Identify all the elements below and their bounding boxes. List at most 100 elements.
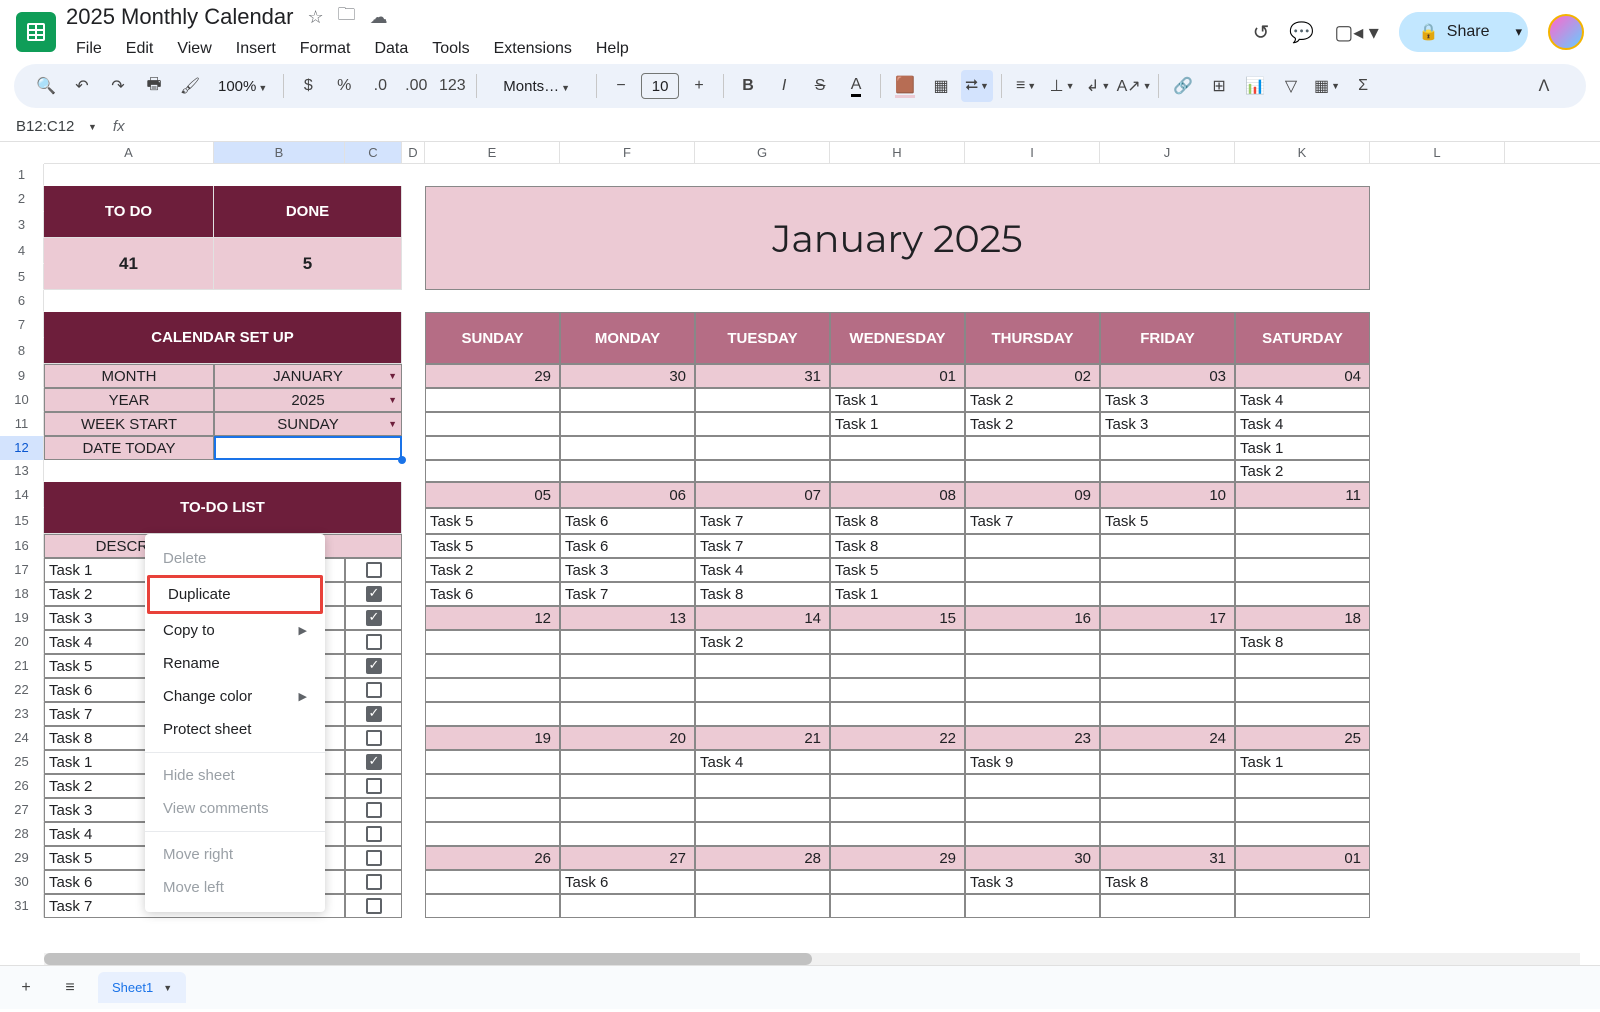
cell[interactable]: 21 bbox=[695, 726, 830, 750]
strike-icon[interactable]: S bbox=[804, 70, 836, 102]
cell[interactable]: MONDAY bbox=[560, 312, 695, 364]
cell[interactable] bbox=[1100, 822, 1235, 846]
cell[interactable] bbox=[425, 436, 560, 460]
meet-icon[interactable]: ▢◂ ▾ bbox=[1334, 20, 1379, 45]
cell[interactable]: CALENDAR SET UP bbox=[44, 312, 402, 364]
cell[interactable] bbox=[425, 774, 560, 798]
checkbox[interactable] bbox=[366, 778, 382, 794]
cell[interactable] bbox=[1100, 582, 1235, 606]
cell[interactable] bbox=[965, 798, 1100, 822]
cell[interactable]: MONTH bbox=[44, 364, 214, 388]
cell[interactable]: Task 1 bbox=[830, 582, 965, 606]
insert-comment-icon[interactable]: ⊞ bbox=[1203, 70, 1235, 102]
cell[interactable] bbox=[345, 774, 402, 798]
move-icon[interactable]: 🗀 bbox=[338, 2, 356, 32]
italic-icon[interactable]: I bbox=[768, 70, 800, 102]
cell[interactable]: 15 bbox=[830, 606, 965, 630]
cell[interactable]: Task 2 bbox=[965, 412, 1100, 436]
cell[interactable]: Task 1 bbox=[830, 412, 965, 436]
cell[interactable] bbox=[695, 774, 830, 798]
cell[interactable]: 13 bbox=[560, 606, 695, 630]
cell[interactable]: Task 1 bbox=[830, 388, 965, 412]
cell[interactable] bbox=[965, 460, 1100, 482]
cell[interactable] bbox=[425, 412, 560, 436]
cell[interactable] bbox=[830, 678, 965, 702]
cell[interactable] bbox=[345, 606, 402, 630]
cell[interactable] bbox=[1100, 460, 1235, 482]
checkbox[interactable] bbox=[366, 610, 382, 626]
cell[interactable] bbox=[695, 412, 830, 436]
cell[interactable]: Task 3 bbox=[560, 558, 695, 582]
cell[interactable]: 26 bbox=[425, 846, 560, 870]
cell[interactable] bbox=[560, 388, 695, 412]
cell[interactable] bbox=[214, 436, 402, 460]
cell[interactable] bbox=[1100, 702, 1235, 726]
cell[interactable]: 02 bbox=[965, 364, 1100, 388]
rotate-icon[interactable]: A↗▼ bbox=[1118, 70, 1150, 102]
add-sheet-icon[interactable]: + bbox=[10, 972, 42, 1004]
cell[interactable] bbox=[425, 870, 560, 894]
table-icon[interactable]: ▦▼ bbox=[1311, 70, 1343, 102]
cell[interactable] bbox=[345, 558, 402, 582]
cloud-icon[interactable]: ☁ bbox=[370, 7, 388, 28]
cell[interactable] bbox=[830, 894, 965, 918]
history-icon[interactable]: ↺ bbox=[1253, 20, 1270, 45]
percent-icon[interactable]: % bbox=[328, 70, 360, 102]
valign-icon[interactable]: ⊥▼ bbox=[1046, 70, 1078, 102]
cell[interactable] bbox=[965, 894, 1100, 918]
cell[interactable]: January 2025 bbox=[425, 186, 1370, 290]
menu-view[interactable]: View bbox=[167, 36, 221, 62]
checkbox[interactable] bbox=[366, 658, 382, 674]
cell[interactable] bbox=[1100, 678, 1235, 702]
cell[interactable] bbox=[695, 822, 830, 846]
row-headers[interactable]: 1234567891011121314151617181920212223242… bbox=[0, 164, 44, 918]
ctx-rename[interactable]: Rename bbox=[145, 647, 325, 680]
cell[interactable]: SUNDAY bbox=[425, 312, 560, 364]
cell[interactable] bbox=[345, 654, 402, 678]
cell[interactable]: TO-DO LIST bbox=[44, 482, 402, 534]
font-size-input[interactable]: 10 bbox=[641, 73, 679, 99]
cell[interactable]: Task 6 bbox=[425, 582, 560, 606]
collapse-icon[interactable]: ᐱ bbox=[1528, 70, 1560, 102]
cell[interactable]: Task 7 bbox=[695, 508, 830, 534]
checkbox[interactable] bbox=[366, 706, 382, 722]
cell[interactable] bbox=[1235, 894, 1370, 918]
link-icon[interactable]: 🔗 bbox=[1167, 70, 1199, 102]
bold-icon[interactable]: B bbox=[732, 70, 764, 102]
cell[interactable]: Task 6 bbox=[560, 534, 695, 558]
fill-color-icon[interactable]: 🟫 bbox=[889, 70, 921, 102]
cell[interactable]: 41 bbox=[44, 238, 214, 290]
cell[interactable]: Task 8 bbox=[1235, 630, 1370, 654]
cell[interactable]: 30 bbox=[965, 846, 1100, 870]
cell[interactable] bbox=[560, 750, 695, 774]
cell[interactable]: Task 6 bbox=[560, 508, 695, 534]
cell[interactable] bbox=[560, 412, 695, 436]
name-box[interactable]: B12:C12 bbox=[16, 118, 86, 135]
chart-icon[interactable]: 📊 bbox=[1239, 70, 1271, 102]
cell[interactable] bbox=[425, 798, 560, 822]
cell[interactable]: 01 bbox=[830, 364, 965, 388]
cell[interactable]: 09 bbox=[965, 482, 1100, 508]
cell[interactable]: WEEK START bbox=[44, 412, 214, 436]
cell[interactable] bbox=[965, 534, 1100, 558]
cell[interactable] bbox=[830, 702, 965, 726]
cell[interactable]: 23 bbox=[965, 726, 1100, 750]
ctx-copy-to[interactable]: Copy to▶ bbox=[145, 614, 325, 647]
cell[interactable] bbox=[425, 750, 560, 774]
cell[interactable] bbox=[695, 678, 830, 702]
cell[interactable]: 14 bbox=[695, 606, 830, 630]
cell[interactable] bbox=[1235, 822, 1370, 846]
cell[interactable]: Task 7 bbox=[695, 534, 830, 558]
cell[interactable] bbox=[830, 870, 965, 894]
cell[interactable]: 22 bbox=[830, 726, 965, 750]
checkbox[interactable] bbox=[366, 586, 382, 602]
cell[interactable] bbox=[1100, 630, 1235, 654]
cell[interactable]: 04 bbox=[1235, 364, 1370, 388]
cell[interactable]: 03 bbox=[1100, 364, 1235, 388]
merge-icon[interactable]: ⮂▼ bbox=[961, 70, 993, 102]
cell[interactable]: 28 bbox=[695, 846, 830, 870]
cell[interactable] bbox=[345, 870, 402, 894]
cell[interactable]: Task 4 bbox=[1235, 388, 1370, 412]
cell[interactable] bbox=[425, 460, 560, 482]
filter-icon[interactable]: ▽ bbox=[1275, 70, 1307, 102]
